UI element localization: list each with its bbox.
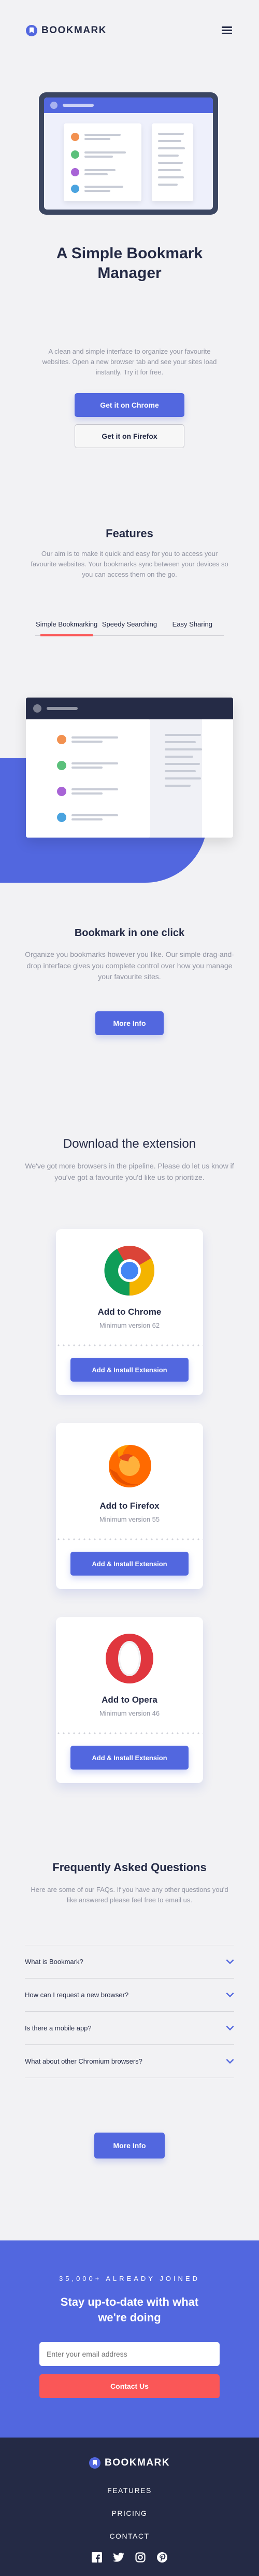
feature-more-info-button[interactable]: More Info xyxy=(95,1011,164,1035)
card-title-opera: Add to Opera xyxy=(102,1695,157,1705)
feature-panel-text: Organize you bookmarks however you like.… xyxy=(25,950,234,981)
newsletter-eyebrow: 35,000+ ALREADY JOINED xyxy=(59,2275,200,2282)
faq-more-info-button[interactable]: More Info xyxy=(94,2133,165,2159)
twitter-icon[interactable] xyxy=(113,2552,124,2563)
pinterest-icon[interactable] xyxy=(156,2552,168,2563)
install-firefox-button[interactable]: Add & Install Extension xyxy=(70,1552,189,1576)
newsletter-section: 35,000+ ALREADY JOINED Stay up-to-date w… xyxy=(0,2240,259,2438)
card-title-chrome: Add to Chrome xyxy=(97,1307,162,1317)
chevron-down-icon[interactable] xyxy=(226,1959,234,1965)
bookmark-logo-icon xyxy=(26,25,37,36)
card-version-firefox: Minimum version 55 xyxy=(99,1515,160,1523)
download-description: We've got more browsers in the pipeline.… xyxy=(25,1162,234,1181)
get-chrome-button[interactable]: Get it on Chrome xyxy=(75,393,184,417)
faq-question: Is there a mobile app? xyxy=(25,2024,92,2032)
features-description: Our aim is to make it quick and easy for… xyxy=(31,550,228,579)
facebook-icon[interactable] xyxy=(91,2552,103,2563)
hero-description: A clean and simple interface to organize… xyxy=(42,347,217,377)
download-title: Download the extension xyxy=(63,1137,196,1151)
tab-easy-sharing[interactable]: Easy Sharing xyxy=(161,620,224,636)
chevron-down-icon[interactable] xyxy=(226,2058,234,2064)
footer-link-pricing[interactable]: PRICING xyxy=(0,2509,259,2517)
chrome-icon xyxy=(104,1246,155,1296)
faq-title: Frequently Asked Questions xyxy=(52,1861,207,1874)
install-opera-button[interactable]: Add & Install Extension xyxy=(70,1746,189,1770)
faq-question: What is Bookmark? xyxy=(25,1958,83,1966)
email-input[interactable] xyxy=(39,2342,220,2366)
footer-brand-name: BOOKMARK xyxy=(105,2457,170,2468)
faq-question: How can I request a new browser? xyxy=(25,1991,129,1999)
tab-simple-bookmarking[interactable]: Simple Bookmarking xyxy=(35,620,98,636)
hero-title: A Simple Bookmark Manager xyxy=(56,245,203,282)
feature-tabs: Simple Bookmarking Speedy Searching Easy… xyxy=(35,620,224,636)
browser-card-chrome: Add to Chrome Minimum version 62 Add & I… xyxy=(56,1229,203,1395)
newsletter-title: Stay up-to-date with what we're doing xyxy=(60,2295,199,2324)
get-firefox-button[interactable]: Get it on Firefox xyxy=(75,424,184,448)
brand-name: BOOKMARK xyxy=(41,25,107,36)
install-chrome-button[interactable]: Add & Install Extension xyxy=(70,1358,189,1382)
hamburger-menu-icon[interactable] xyxy=(222,26,232,34)
opera-icon xyxy=(106,1634,153,1683)
social-links xyxy=(91,2552,168,2563)
instagram-icon[interactable] xyxy=(135,2552,146,2563)
footer-link-features[interactable]: FEATURES xyxy=(0,2486,259,2495)
footer-link-contact[interactable]: CONTACT xyxy=(0,2532,259,2540)
firefox-icon xyxy=(109,1445,151,1487)
faq-item[interactable]: How can I request a new browser? xyxy=(25,1979,234,2012)
feature-panel-title: Bookmark in one click xyxy=(74,927,185,939)
browser-card-firefox: Add to Firefox Minimum version 55 Add & … xyxy=(56,1423,203,1589)
faq-item[interactable]: Is there a mobile app? xyxy=(25,2012,234,2045)
footer-logo[interactable]: BOOKMARK xyxy=(89,2457,170,2469)
card-version-chrome: Minimum version 62 xyxy=(99,1321,160,1329)
bookmark-logo-icon xyxy=(89,2457,100,2469)
hero-tablet-illustration xyxy=(39,92,218,215)
faq-question: What about other Chromium browsers? xyxy=(25,2057,142,2065)
footer: BOOKMARK FEATURES PRICING CONTACT xyxy=(0,2438,259,2576)
features-title: Features xyxy=(106,527,153,540)
browser-card-opera: Add to Opera Minimum version 46 Add & In… xyxy=(56,1617,203,1783)
faq-item[interactable]: What about other Chromium browsers? xyxy=(25,2045,234,2078)
contact-us-button[interactable]: Contact Us xyxy=(39,2374,220,2398)
faq-description: Here are some of our FAQs. If you have a… xyxy=(31,1886,228,1904)
chevron-down-icon[interactable] xyxy=(226,2025,234,2031)
page: BOOKMARK A Simple Bookmark Manager A clea… xyxy=(0,0,259,2576)
feature-screen-illustration xyxy=(26,698,233,838)
faq-item[interactable]: What is Bookmark? xyxy=(25,1945,234,1979)
tab-speedy-searching[interactable]: Speedy Searching xyxy=(98,620,161,636)
card-version-opera: Minimum version 46 xyxy=(99,1709,160,1717)
chevron-down-icon[interactable] xyxy=(226,1992,234,1998)
logo[interactable]: BOOKMARK xyxy=(26,25,107,36)
card-title-firefox: Add to Firefox xyxy=(99,1501,160,1511)
